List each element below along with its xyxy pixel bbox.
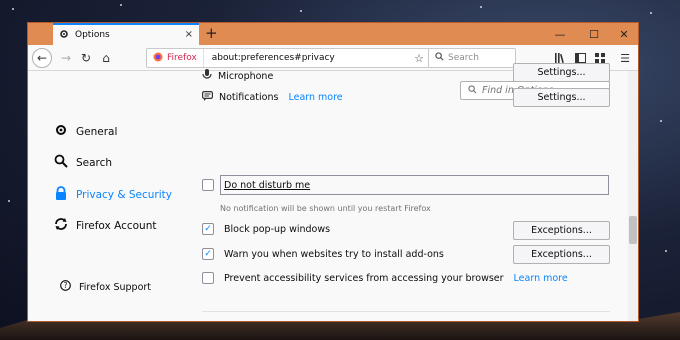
sidebar-item-search[interactable]: Search	[54, 154, 112, 171]
new-tab-button[interactable]: +	[205, 24, 218, 42]
block-popups-row[interactable]: ✓ Block pop-up windows	[202, 223, 330, 235]
firefox-logo-icon	[153, 52, 163, 65]
microphone-settings-button[interactable]: Settings...	[513, 63, 610, 82]
search-icon	[54, 154, 68, 171]
firefox-support-link[interactable]: ? Firefox Support	[60, 280, 151, 294]
do-not-disturb-label: Do not disturb me	[224, 179, 311, 191]
identity-box[interactable]: Firefox	[147, 49, 204, 67]
search-bar[interactable]: Search	[428, 48, 516, 68]
url-text[interactable]: about:preferences#privacy	[204, 53, 414, 63]
reload-button[interactable]: ↻	[76, 48, 96, 68]
help-icon: ?	[60, 280, 71, 294]
content-scrollbar[interactable]	[628, 71, 638, 321]
addons-exceptions-button[interactable]: Exceptions...	[513, 245, 610, 264]
forward-button[interactable]: →	[56, 48, 76, 68]
notifications-label: Notifications	[219, 92, 279, 103]
sidebar-item-label: Privacy & Security	[76, 188, 172, 201]
search-icon	[468, 84, 477, 97]
prevent-accessibility-row[interactable]: Prevent accessibility services from acce…	[202, 272, 568, 284]
sidebar-item-firefox-account[interactable]: Firefox Account	[54, 217, 156, 234]
close-window-button[interactable]: ✕	[608, 23, 638, 45]
section-divider	[202, 311, 610, 312]
sync-icon	[54, 217, 68, 234]
accessibility-learn-more-link[interactable]: Learn more	[514, 273, 568, 284]
browser-window: Options × + — ☐ ✕ ← → ↻ ⌂ Firefox about:…	[27, 22, 639, 322]
sidebar-item-label: General	[76, 125, 118, 138]
gear-icon	[59, 29, 69, 42]
sidebar-item-label: Firefox Account	[76, 219, 157, 232]
firefox-support-label: Firefox Support	[79, 281, 152, 293]
minimize-button[interactable]: —	[544, 23, 576, 45]
menu-icon[interactable]: ☰	[616, 48, 634, 68]
prevent-accessibility-checkbox[interactable]	[202, 272, 214, 284]
identity-label: Firefox	[167, 53, 197, 63]
lock-icon	[54, 186, 68, 203]
block-popups-label: Block pop-up windows	[224, 223, 331, 235]
title-bar: Options × + — ☐ ✕	[28, 23, 638, 45]
tab-close-icon[interactable]: ×	[185, 29, 193, 40]
notifications-settings-button[interactable]: Settings...	[513, 88, 610, 107]
popup-exceptions-button[interactable]: Exceptions...	[513, 221, 610, 240]
tab-options[interactable]: Options ×	[53, 23, 199, 45]
maximize-button[interactable]: ☐	[578, 23, 610, 45]
svg-text:?: ?	[64, 281, 68, 290]
sidebar-item-privacy-security[interactable]: Privacy & Security	[54, 186, 172, 203]
back-button[interactable]: ←	[32, 48, 52, 68]
do-not-disturb-row[interactable]: Do not disturb me	[202, 179, 310, 191]
warn-addons-checkbox[interactable]: ✓	[202, 248, 214, 260]
bookmark-star-icon[interactable]: ☆	[414, 52, 429, 65]
sidebar-item-general[interactable]: General	[54, 123, 117, 140]
url-bar[interactable]: Firefox about:preferences#privacy ☆	[146, 48, 430, 68]
preferences-content: Find in Options General Search Privacy &…	[28, 63, 638, 321]
block-popups-checkbox[interactable]: ✓	[202, 223, 214, 235]
warn-addons-label: Warn you when websites try to install ad…	[224, 248, 444, 260]
search-placeholder: Search	[448, 53, 479, 63]
warn-addons-row[interactable]: ✓ Warn you when websites try to install …	[202, 248, 444, 260]
notifications-row: Notifications Learn more	[202, 91, 343, 104]
notification-bubble-icon	[202, 91, 214, 104]
prevent-accessibility-label: Prevent accessibility services from acce…	[224, 272, 504, 284]
search-icon	[435, 52, 444, 64]
microphone-label: Microphone	[218, 70, 274, 82]
home-button[interactable]: ⌂	[96, 48, 116, 68]
scrollbar-thumb[interactable]	[629, 216, 637, 244]
microphone-icon	[202, 69, 212, 83]
tab-title: Options	[75, 30, 110, 40]
microphone-row: Microphone	[202, 69, 273, 83]
sidebar-item-label: Search	[76, 156, 113, 169]
gear-icon	[54, 123, 68, 140]
do-not-disturb-checkbox[interactable]	[202, 179, 214, 191]
do-not-disturb-hint: No notification will be shown until you …	[220, 204, 431, 213]
notifications-learn-more-link[interactable]: Learn more	[288, 92, 342, 103]
